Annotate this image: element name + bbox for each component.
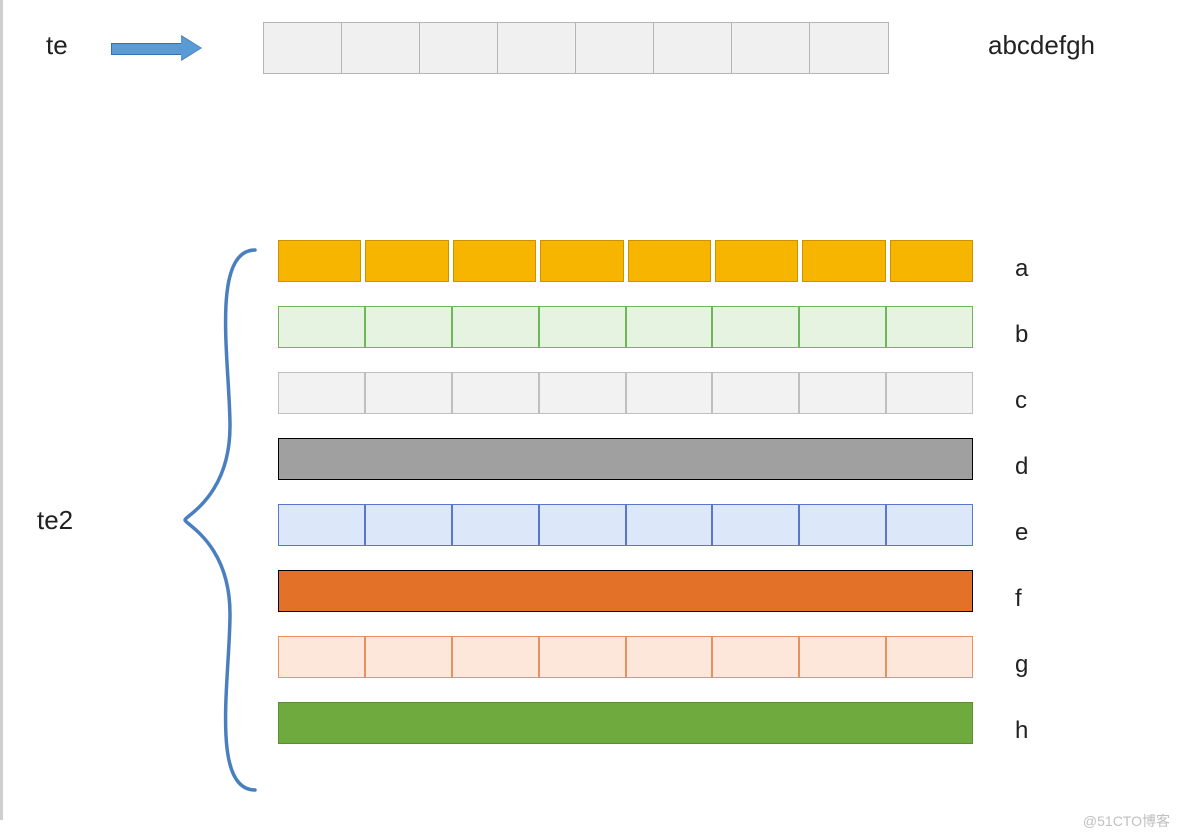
row-a-cell (628, 240, 711, 282)
row-a (278, 240, 973, 282)
row-a-cell (890, 240, 973, 282)
row-labels: a b c d e f g h (1015, 248, 1055, 776)
top-cell (264, 23, 342, 73)
row-b-cell (886, 306, 973, 348)
brace-icon (175, 246, 265, 794)
row-b-cell (799, 306, 886, 348)
row-g-cell (278, 636, 365, 678)
row-g-cell (365, 636, 452, 678)
row-b (278, 306, 973, 348)
row-c-cell (712, 372, 799, 414)
top-cell (576, 23, 654, 73)
row-e-cell (886, 504, 973, 546)
row-label-g: g (1015, 644, 1055, 686)
top-cell (420, 23, 498, 73)
row-g-cell (886, 636, 973, 678)
row-e-cell (365, 504, 452, 546)
row-a-cell (278, 240, 361, 282)
rows-container (278, 240, 973, 768)
row-e-cell (278, 504, 365, 546)
watermark: @51CTO博客 (1083, 811, 1170, 831)
row-d (278, 438, 973, 480)
row-e-cell (799, 504, 886, 546)
row-label-c: c (1015, 380, 1055, 422)
row-a-cell (540, 240, 623, 282)
row-b-cell (452, 306, 539, 348)
row-c (278, 372, 973, 414)
row-h (278, 702, 973, 744)
row-g-cell (626, 636, 713, 678)
frame-left-edge (0, 0, 3, 820)
row-e-cell (452, 504, 539, 546)
row-g-cell (712, 636, 799, 678)
row-c-cell (539, 372, 626, 414)
row-b-cell (365, 306, 452, 348)
row-c-cell (365, 372, 452, 414)
row-e (278, 504, 973, 546)
row-f (278, 570, 973, 612)
row-label-b: b (1015, 314, 1055, 356)
row-label-h: h (1015, 710, 1055, 752)
row-e-cell (626, 504, 713, 546)
row-e-cell (539, 504, 626, 546)
row-b-cell (626, 306, 713, 348)
top-cell (498, 23, 576, 73)
row-c-cell (799, 372, 886, 414)
top-row-cells (263, 22, 889, 74)
row-label-f: f (1015, 578, 1055, 620)
arrow-icon (111, 37, 203, 59)
row-a-cell (453, 240, 536, 282)
row-g-cell (539, 636, 626, 678)
row-b-cell (712, 306, 799, 348)
label-top-sequence: abcdefgh (988, 30, 1095, 61)
row-c-cell (626, 372, 713, 414)
row-a-cell (365, 240, 448, 282)
row-g-cell (452, 636, 539, 678)
label-te2: te2 (37, 505, 73, 536)
top-cell (342, 23, 420, 73)
row-g (278, 636, 973, 678)
label-te: te (46, 30, 68, 61)
row-a-cell (802, 240, 885, 282)
row-label-d: d (1015, 446, 1055, 488)
row-b-cell (278, 306, 365, 348)
row-label-e: e (1015, 512, 1055, 554)
row-e-cell (712, 504, 799, 546)
row-c-cell (278, 372, 365, 414)
row-a-cell (715, 240, 798, 282)
row-c-cell (452, 372, 539, 414)
row-b-cell (539, 306, 626, 348)
row-label-a: a (1015, 248, 1055, 290)
row-c-cell (886, 372, 973, 414)
top-cell (810, 23, 888, 73)
top-cell (732, 23, 810, 73)
top-cell (654, 23, 732, 73)
row-g-cell (799, 636, 886, 678)
